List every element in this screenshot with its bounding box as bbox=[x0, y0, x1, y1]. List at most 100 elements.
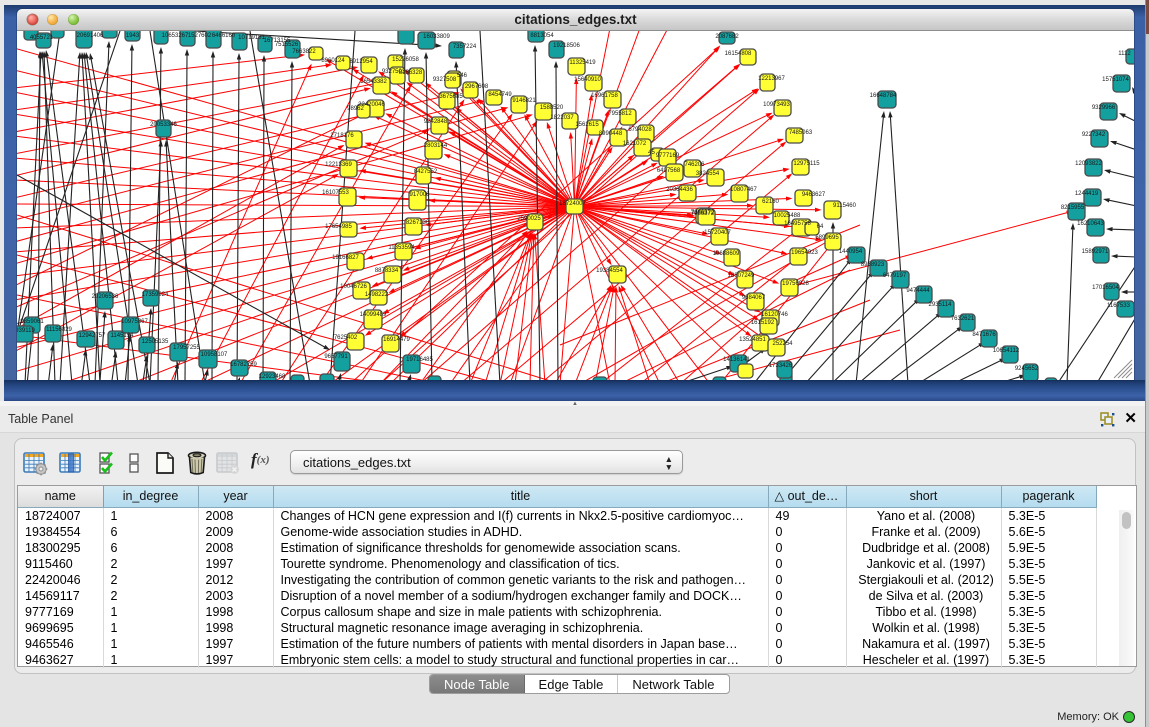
svg-text:2967608: 2967608 bbox=[465, 84, 489, 90]
svg-text:9684067: 9684067 bbox=[742, 295, 766, 301]
svg-text:1822037: 1822037 bbox=[550, 115, 574, 121]
svg-text:10973493: 10973493 bbox=[763, 102, 790, 108]
svg-text:8813054: 8813054 bbox=[530, 33, 554, 39]
svg-text:16033809: 16033809 bbox=[423, 34, 450, 40]
svg-text:19218506: 19218506 bbox=[553, 43, 580, 49]
svg-text:8990448: 8990448 bbox=[599, 131, 623, 137]
svg-text:1733426: 1733426 bbox=[769, 363, 793, 369]
svg-text:8267130: 8267130 bbox=[406, 220, 430, 226]
svg-text:8454749: 8454749 bbox=[488, 92, 512, 98]
svg-text:20364436: 20364436 bbox=[666, 187, 693, 193]
svg-text:12093822: 12093822 bbox=[1075, 161, 1102, 167]
svg-text:1145194: 1145194 bbox=[111, 333, 135, 339]
svg-text:16648784: 16648784 bbox=[870, 93, 897, 99]
svg-text:98962: 98962 bbox=[347, 106, 364, 112]
svg-text:1588520: 1588520 bbox=[540, 105, 564, 111]
svg-text:7663822: 7663822 bbox=[292, 49, 316, 55]
svg-text:1943: 1943 bbox=[126, 33, 140, 39]
svg-text:10653267: 10653267 bbox=[162, 33, 189, 39]
svg-text:2935114: 2935114 bbox=[929, 302, 953, 308]
svg-text:64: 64 bbox=[817, 224, 824, 230]
svg-text:13524851: 13524851 bbox=[739, 337, 766, 343]
svg-text:1498222: 1498222 bbox=[365, 292, 389, 298]
svg-text:9657791: 9657791 bbox=[324, 354, 348, 360]
svg-text:6479197: 6479197 bbox=[883, 273, 907, 279]
svg-text:8960124: 8960124 bbox=[321, 58, 345, 64]
svg-text:10807467: 10807467 bbox=[730, 187, 757, 193]
svg-text:2718176: 2718176 bbox=[330, 133, 354, 139]
svg-text:11353594: 11353594 bbox=[388, 245, 415, 251]
svg-text:3824554: 3824554 bbox=[696, 171, 720, 177]
svg-text:9146821: 9146821 bbox=[512, 98, 536, 104]
svg-text:3675685: 3675685 bbox=[439, 94, 463, 100]
svg-text:9463627: 9463627 bbox=[802, 192, 826, 198]
svg-text:19716485: 19716485 bbox=[406, 357, 433, 363]
svg-text:12213369: 12213369 bbox=[325, 162, 352, 168]
svg-text:2803144: 2803144 bbox=[424, 143, 448, 149]
svg-text:16543382: 16543382 bbox=[360, 79, 387, 85]
svg-text:15751074: 15751074 bbox=[1102, 77, 1129, 83]
svg-text:19654923: 19654923 bbox=[791, 250, 818, 256]
svg-text:16914479: 16914479 bbox=[383, 337, 410, 343]
svg-text:7986372: 7986372 bbox=[691, 211, 715, 217]
svg-text:9474444: 9474444 bbox=[906, 288, 930, 294]
svg-text:7955812: 7955812 bbox=[608, 111, 632, 117]
svg-text:16154808: 16154808 bbox=[725, 51, 752, 57]
svg-text:8938923: 8938923 bbox=[861, 262, 885, 268]
svg-text:9227342: 9227342 bbox=[1082, 132, 1106, 138]
svg-text:1562615: 1562615 bbox=[575, 122, 599, 128]
svg-text:14099489: 14099489 bbox=[360, 312, 387, 318]
svg-text:20691406: 20691406 bbox=[77, 33, 104, 39]
svg-text:9245652: 9245652 bbox=[1015, 366, 1039, 372]
svg-text:18807249: 18807249 bbox=[728, 273, 755, 279]
svg-text:8471676: 8471676 bbox=[972, 332, 996, 338]
svg-text:546: 546 bbox=[457, 73, 468, 79]
svg-text:8878334: 8878334 bbox=[375, 268, 399, 274]
svg-text:15892971: 15892971 bbox=[1082, 249, 1109, 255]
svg-text:16495758: 16495758 bbox=[784, 221, 811, 227]
svg-text:17654985: 17654985 bbox=[325, 224, 352, 230]
svg-text:17957255: 17957255 bbox=[173, 345, 200, 351]
svg-text:9329966: 9329966 bbox=[1092, 105, 1116, 111]
svg-text:6466160: 6466160 bbox=[212, 33, 236, 39]
svg-text:9115460: 9115460 bbox=[833, 203, 857, 209]
svg-text:9859061: 9859061 bbox=[20, 319, 44, 325]
svg-text:1112: 1112 bbox=[1118, 51, 1131, 57]
svg-text:16107553: 16107553 bbox=[322, 190, 349, 196]
svg-text:7515526: 7515526 bbox=[275, 42, 299, 48]
svg-text:16782759: 16782759 bbox=[230, 362, 257, 368]
svg-text:2590025: 2590025 bbox=[517, 216, 541, 222]
svg-text:1621072: 1621072 bbox=[623, 141, 647, 147]
svg-text:12942757: 12942757 bbox=[79, 333, 106, 339]
svg-text:2087682: 2087682 bbox=[715, 34, 739, 40]
svg-text:1244419: 1244419 bbox=[1075, 191, 1099, 197]
svg-text:10719151: 10719151 bbox=[238, 35, 265, 41]
svg-text:16120746: 16120746 bbox=[761, 312, 788, 318]
svg-text:7632621: 7632621 bbox=[951, 316, 975, 322]
svg-text:1527602: 1527602 bbox=[188, 33, 212, 39]
svg-text:20053346: 20053346 bbox=[150, 122, 177, 128]
svg-text:12505135: 12505135 bbox=[142, 339, 169, 345]
svg-text:7485063: 7485063 bbox=[789, 130, 813, 136]
svg-text:8912954: 8912954 bbox=[349, 59, 373, 65]
svg-text:17016504: 17016504 bbox=[1092, 285, 1119, 291]
svg-text:12923468: 12923468 bbox=[259, 374, 286, 380]
svg-text:9777169: 9777169 bbox=[656, 153, 680, 159]
svg-text:9242848: 9242848 bbox=[424, 119, 448, 125]
svg-text:10688609: 10688609 bbox=[713, 251, 740, 257]
svg-text:8215955: 8215955 bbox=[1061, 205, 1085, 211]
svg-text:6794028: 6794028 bbox=[628, 127, 652, 133]
svg-text:252254: 252254 bbox=[772, 341, 793, 347]
svg-text:12213967: 12213967 bbox=[758, 76, 785, 82]
svg-text:1615192: 1615192 bbox=[751, 320, 775, 326]
svg-text:19384554: 19384554 bbox=[596, 268, 623, 274]
svg-text:4055721: 4055721 bbox=[30, 35, 54, 41]
svg-text:12975115: 12975115 bbox=[793, 161, 820, 167]
svg-text:939119: 939119 bbox=[17, 328, 35, 334]
svg-text:9327508: 9327508 bbox=[433, 77, 457, 83]
svg-text:8427552: 8427552 bbox=[414, 169, 438, 175]
svg-text:16961758: 16961758 bbox=[591, 93, 618, 99]
svg-text:16210643: 16210643 bbox=[1077, 221, 1104, 227]
svg-text:62160: 62160 bbox=[762, 199, 779, 205]
svg-text:10654112: 10654112 bbox=[993, 348, 1020, 354]
